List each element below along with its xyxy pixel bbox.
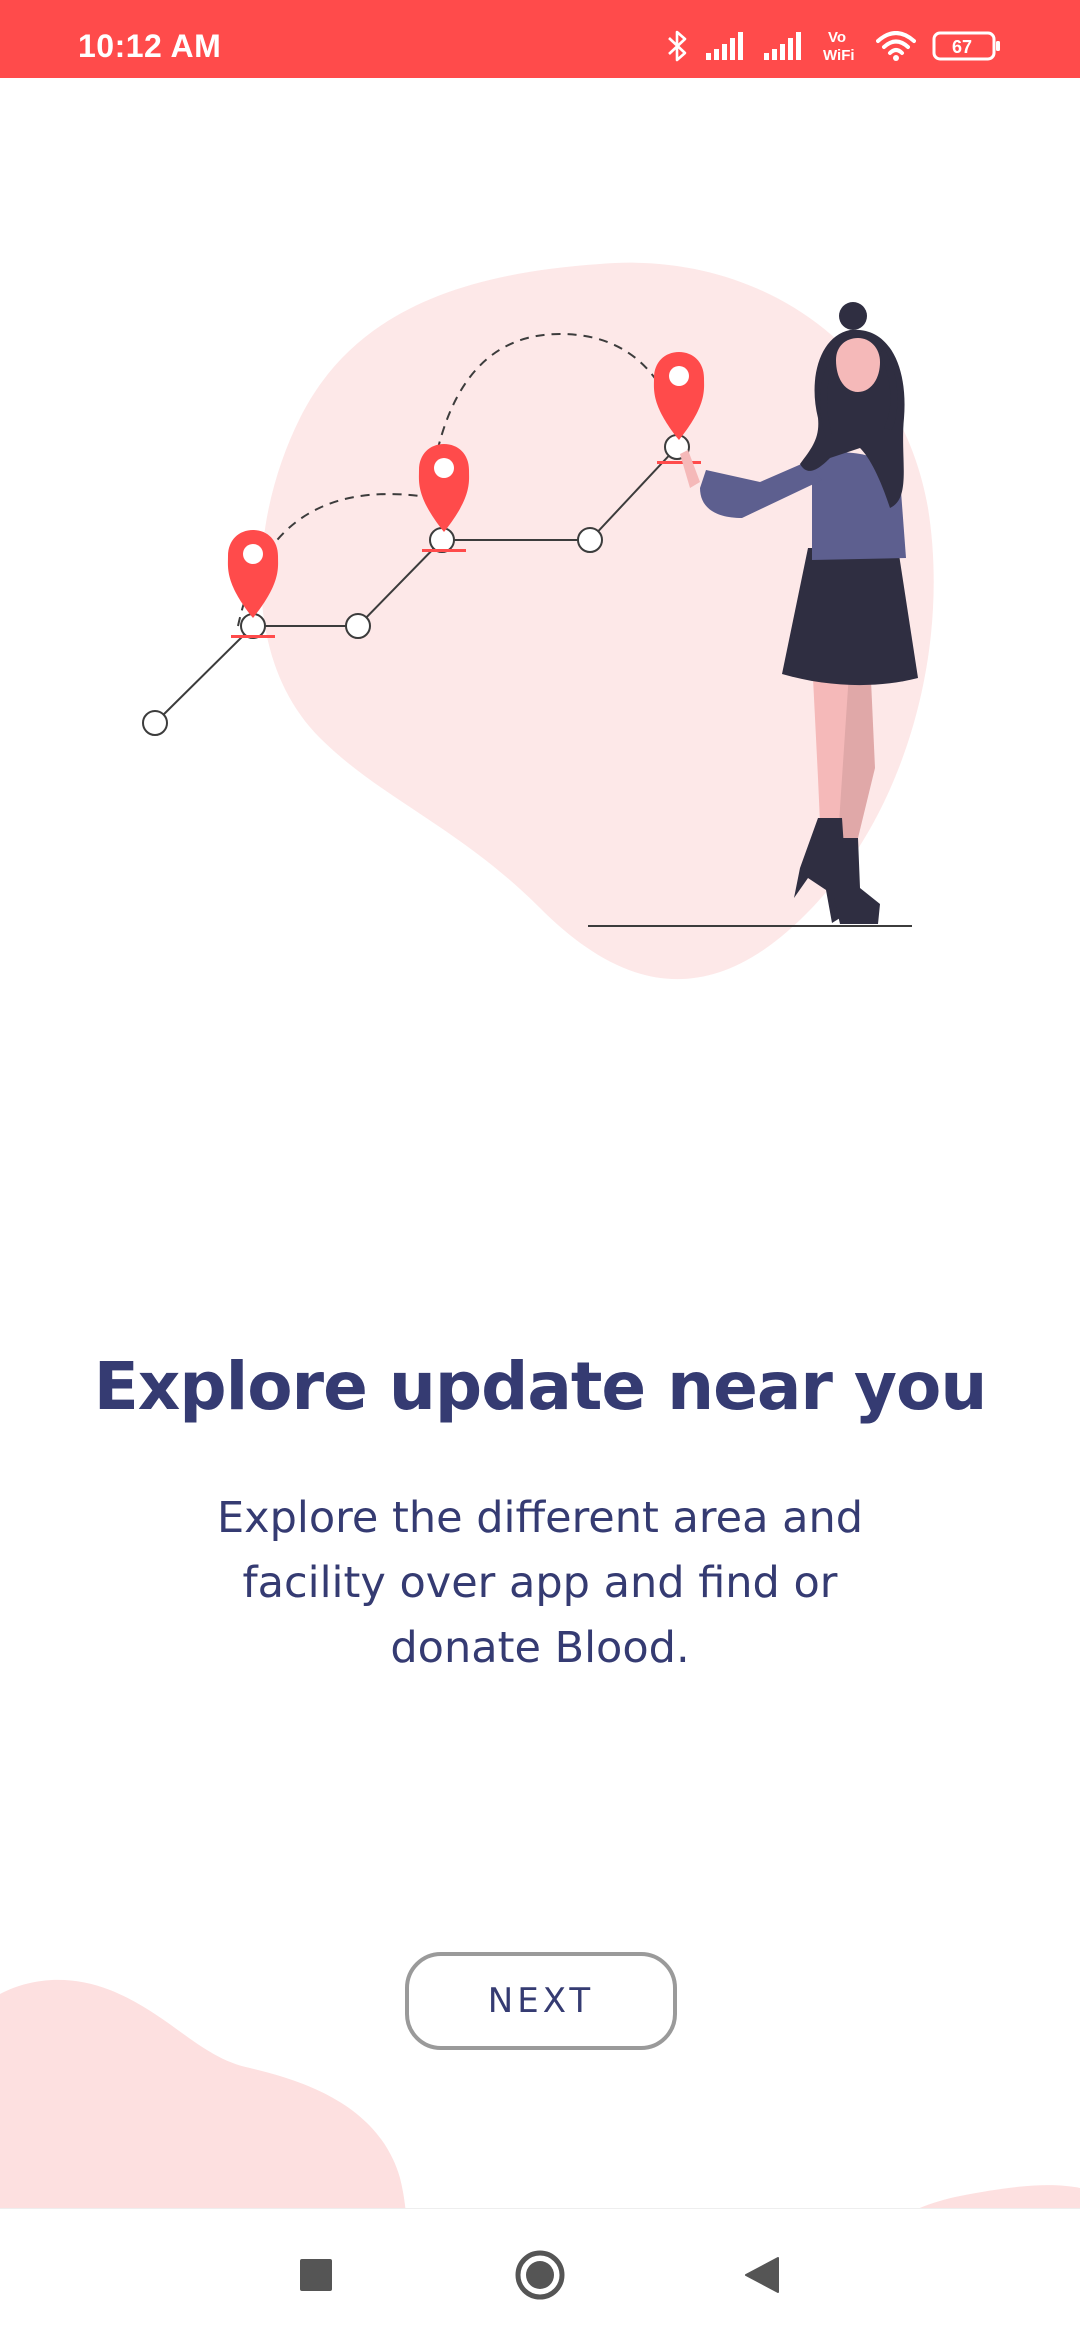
svg-text:67: 67 xyxy=(952,37,972,57)
back-triangle-icon xyxy=(745,2257,779,2293)
svg-text:Vo: Vo xyxy=(828,29,846,46)
status-bar: 10:12 AM Vo WiFi 67 xyxy=(0,0,1080,78)
vowifi-icon: Vo WiFi xyxy=(823,29,855,64)
status-time: 10:12 AM xyxy=(78,28,222,64)
home-button[interactable] xyxy=(508,2209,572,2340)
location-route-illustration xyxy=(142,262,934,980)
bluetooth-icon xyxy=(668,30,687,62)
description-line: facility over app and find or xyxy=(242,1558,838,1608)
next-button[interactable]: NEXT xyxy=(405,1952,677,2050)
recents-square-icon xyxy=(300,2259,332,2291)
signal-icon xyxy=(764,32,801,60)
wifi-icon xyxy=(876,31,916,61)
recents-button[interactable] xyxy=(280,2209,352,2340)
navigation-bar xyxy=(0,2208,1080,2340)
signal-icon xyxy=(706,32,743,60)
onboarding-description: Explore the different area and facility … xyxy=(165,1486,915,1681)
onboarding-screen: Explore update near you Explore the diff… xyxy=(0,78,1080,2208)
description-line: donate Blood. xyxy=(390,1623,690,1673)
battery-icon: 67 xyxy=(932,31,1000,61)
onboarding-title: Explore update near you xyxy=(93,1348,988,1425)
back-button[interactable] xyxy=(730,2209,794,2340)
home-circle-icon xyxy=(515,2250,565,2300)
svg-text:WiFi: WiFi xyxy=(823,47,855,64)
description-line: Explore the different area and xyxy=(216,1493,863,1543)
status-icons: Vo WiFi 67 xyxy=(666,26,1002,66)
